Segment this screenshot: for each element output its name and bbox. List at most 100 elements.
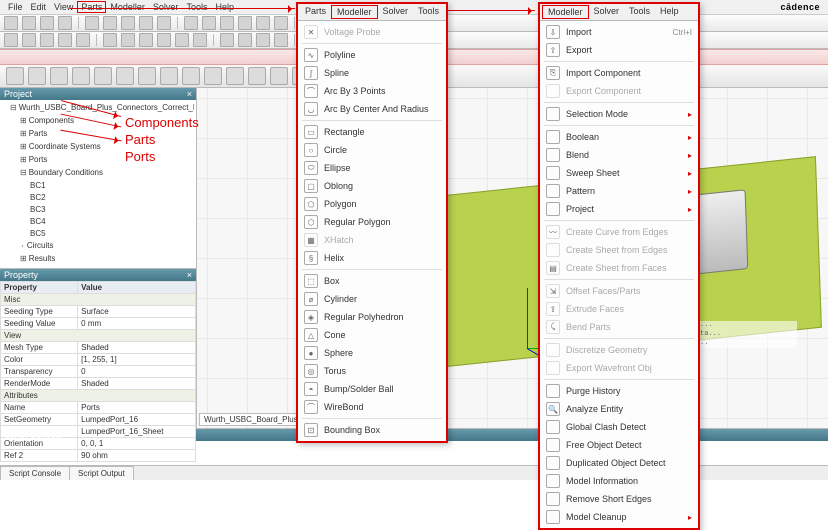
menu-tools[interactable]: Tools [182, 2, 211, 12]
tree-components[interactable]: Components [29, 116, 74, 125]
mi-helix[interactable]: §Helix [298, 249, 446, 267]
mi-rectangle[interactable]: ▭Rectangle [298, 123, 446, 141]
tb-icon[interactable] [184, 16, 198, 30]
mi-bump[interactable]: ◓Bump/Solder Ball [298, 380, 446, 398]
tree-results[interactable]: Results [29, 254, 56, 263]
mi-duplicated-object[interactable]: Duplicated Object Detect [540, 454, 698, 472]
rb-icon[interactable] [28, 67, 46, 85]
tree-bc2[interactable]: BC2 [2, 192, 194, 204]
menu-view[interactable]: View [50, 2, 77, 12]
mi-regular-polyhedron[interactable]: ◈Regular Polyhedron [298, 308, 446, 326]
tb-icon[interactable] [121, 16, 135, 30]
tb-icon[interactable] [76, 33, 90, 47]
mi-model-info[interactable]: Model Information [540, 472, 698, 490]
mi-wirebond[interactable]: ⌒WireBond [298, 398, 446, 416]
tb-icon[interactable] [274, 16, 288, 30]
mi-arc-center[interactable]: ◡Arc By Center And Radius [298, 100, 446, 118]
3d-viewport[interactable]: 5mm Wurth_USBC_Board_Plus_Connectors_Cor… [197, 88, 828, 428]
tree-root[interactable]: Wurth_USBC_Board_Plus_Connectors_Correct… [19, 103, 194, 112]
menu-file[interactable]: File [4, 2, 27, 12]
tb-icon[interactable] [193, 33, 207, 47]
tree-coord[interactable]: Coordinate Systems [29, 142, 101, 151]
p2-tools[interactable]: Tools [624, 5, 655, 19]
mi-cone[interactable]: △Cone [298, 326, 446, 344]
mi-project[interactable]: Project▸ [540, 200, 698, 218]
p2-modeller[interactable]: Modeller [542, 5, 589, 19]
mi-oblong[interactable]: ▢Oblong [298, 177, 446, 195]
mi-circle[interactable]: ○Circle [298, 141, 446, 159]
menu-solver[interactable]: Solver [149, 2, 183, 12]
tb-icon[interactable] [4, 33, 18, 47]
tb-icon[interactable] [220, 16, 234, 30]
mi-bounding-box[interactable]: ⊡Bounding Box [298, 421, 446, 439]
tb-icon[interactable] [157, 16, 171, 30]
tb-icon[interactable] [22, 33, 36, 47]
p1-modeller[interactable]: Modeller [331, 5, 378, 19]
mi-boolean[interactable]: Boolean▸ [540, 128, 698, 146]
menu-modeller[interactable]: Modeller [106, 2, 149, 12]
rb-icon[interactable] [248, 67, 266, 85]
rb-icon[interactable] [116, 67, 134, 85]
mi-export[interactable]: ⇧Export [540, 41, 698, 59]
mi-regular-polygon[interactable]: ⬡Regular Polygon [298, 213, 446, 231]
tb-icon[interactable] [103, 16, 117, 30]
tb-icon[interactable] [139, 16, 153, 30]
mi-remove-short-edges[interactable]: Remove Short Edges [540, 490, 698, 508]
tb-icon[interactable] [256, 16, 270, 30]
tb-icon[interactable] [40, 16, 54, 30]
tb-icon[interactable] [40, 33, 54, 47]
tb-icon[interactable] [58, 16, 72, 30]
rb-icon[interactable] [72, 67, 90, 85]
tree-circuits[interactable]: Circuits [27, 241, 54, 250]
rb-icon[interactable] [138, 67, 156, 85]
mi-import[interactable]: ⇩ImportCtrl+I [540, 23, 698, 41]
tb-icon[interactable] [256, 33, 270, 47]
mi-sphere[interactable]: ●Sphere [298, 344, 446, 362]
mi-blend[interactable]: Blend▸ [540, 146, 698, 164]
console-tab-console[interactable]: Script Console [0, 466, 70, 480]
rb-icon[interactable] [94, 67, 112, 85]
tb-icon[interactable] [175, 33, 189, 47]
p1-solver[interactable]: Solver [378, 5, 414, 19]
mi-analyze-entity[interactable]: 🔍Analyze Entity [540, 400, 698, 418]
mi-spline[interactable]: ∫Spline [298, 64, 446, 82]
mi-sweep-sheet[interactable]: Sweep Sheet▸ [540, 164, 698, 182]
p1-parts[interactable]: Parts [300, 5, 331, 19]
tb-icon[interactable] [103, 33, 117, 47]
menu-parts[interactable]: Parts [77, 1, 106, 13]
tb-icon[interactable] [4, 16, 18, 30]
tb-icon[interactable] [238, 16, 252, 30]
tb-icon[interactable] [121, 33, 135, 47]
tree-bc5[interactable]: BC5 [2, 228, 194, 240]
p1-tools[interactable]: Tools [413, 5, 444, 19]
tree-bc3[interactable]: BC3 [2, 204, 194, 216]
tree-bc[interactable]: Boundary Conditions [29, 168, 103, 177]
rb-icon[interactable] [160, 67, 178, 85]
rb-icon[interactable] [6, 67, 24, 85]
mi-polygon[interactable]: ⬠Polygon [298, 195, 446, 213]
rb-icon[interactable] [204, 67, 222, 85]
mi-pattern[interactable]: Pattern▸ [540, 182, 698, 200]
tb-icon[interactable] [22, 16, 36, 30]
tb-icon[interactable] [274, 33, 288, 47]
tb-icon[interactable] [85, 16, 99, 30]
rb-icon[interactable] [270, 67, 288, 85]
menu-edit[interactable]: Edit [27, 2, 51, 12]
tb-icon[interactable] [220, 33, 234, 47]
tree-ports[interactable]: Ports [29, 155, 48, 164]
mi-import-component[interactable]: ⎘Import Component [540, 64, 698, 82]
menu-help[interactable]: Help [211, 2, 238, 12]
rb-icon[interactable] [226, 67, 244, 85]
tb-icon[interactable] [238, 33, 252, 47]
tb-icon[interactable] [139, 33, 153, 47]
mi-box[interactable]: ⬚Box [298, 272, 446, 290]
mi-selection-mode[interactable]: Selection Mode▸ [540, 105, 698, 123]
tree-parts[interactable]: Parts [29, 129, 48, 138]
mi-global-clash[interactable]: Global Clash Detect [540, 418, 698, 436]
tb-icon[interactable] [202, 16, 216, 30]
tree-bc4[interactable]: BC4 [2, 216, 194, 228]
close-icon[interactable]: × [187, 270, 192, 280]
console-tab-output[interactable]: Script Output [69, 466, 134, 480]
tb-icon[interactable] [58, 33, 72, 47]
rb-icon[interactable] [50, 67, 68, 85]
